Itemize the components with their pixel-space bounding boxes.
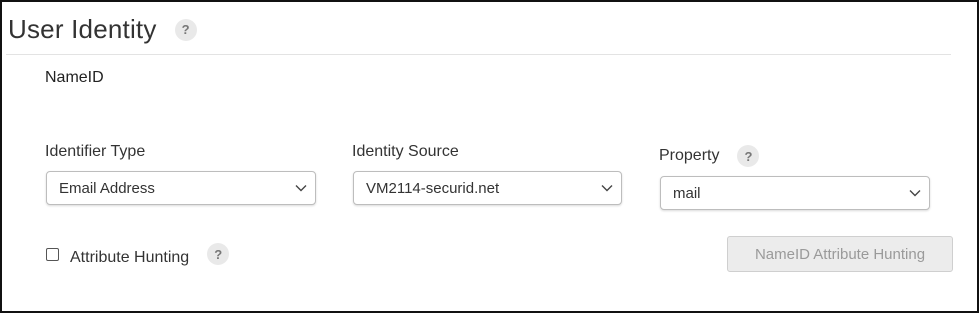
- section-divider: [6, 54, 951, 55]
- attribute-hunting-checkbox[interactable]: [46, 247, 59, 261]
- help-icon[interactable]: ?: [737, 145, 760, 167]
- property-label: Property ?: [659, 145, 760, 167]
- user-identity-panel: User Identity ? NameID Identifier Type E…: [0, 0, 979, 313]
- chevron-down-icon: [295, 185, 307, 192]
- identifier-type-select[interactable]: Email Address: [46, 171, 316, 205]
- attribute-hunting-label[interactable]: Attribute Hunting: [70, 249, 189, 267]
- section-header: User Identity ?: [8, 14, 197, 45]
- property-label-text: Property: [659, 147, 720, 164]
- chevron-down-icon: [601, 185, 613, 192]
- section-title: User Identity: [8, 14, 157, 44]
- property-select[interactable]: mail: [660, 176, 930, 210]
- identity-source-select[interactable]: VM2114-securid.net: [353, 171, 622, 205]
- property-value: mail: [673, 184, 701, 202]
- nameid-attribute-hunting-button[interactable]: NameID Attribute Hunting: [727, 236, 953, 272]
- help-icon[interactable]: ?: [207, 243, 230, 265]
- identifier-type-label-text: Identifier Type: [45, 143, 146, 160]
- identifier-type-value: Email Address: [59, 179, 155, 197]
- help-icon[interactable]: ?: [174, 18, 197, 41]
- chevron-down-icon: [909, 190, 921, 197]
- identifier-type-label: Identifier Type: [45, 143, 145, 161]
- nameid-heading: NameID: [45, 69, 104, 86]
- attribute-hunting-row: Attribute Hunting ?: [46, 241, 230, 267]
- identity-source-value: VM2114-securid.net: [366, 179, 500, 197]
- identity-source-label-text: Identity Source: [352, 143, 459, 160]
- identity-source-label: Identity Source: [352, 143, 459, 161]
